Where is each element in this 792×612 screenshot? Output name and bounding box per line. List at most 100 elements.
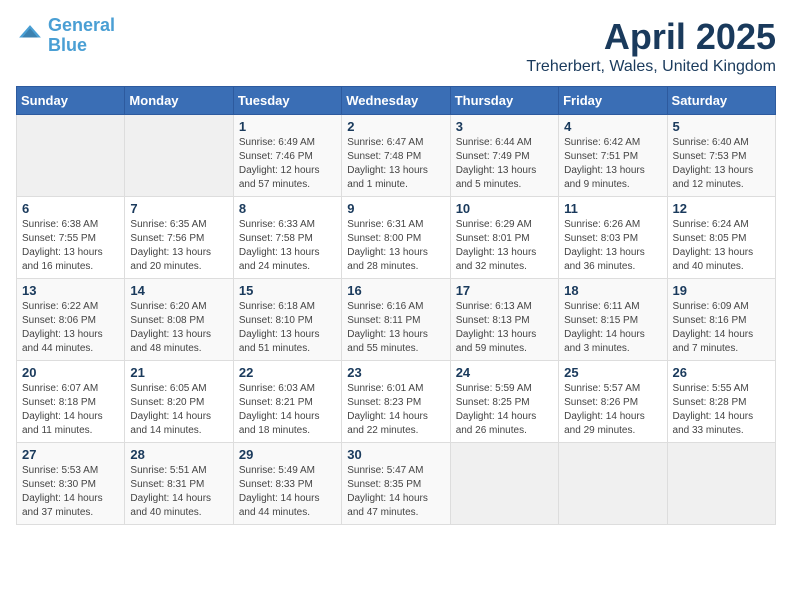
day-number: 5 <box>673 119 770 134</box>
day-number: 3 <box>456 119 553 134</box>
day-number: 29 <box>239 447 336 462</box>
calendar-cell: 29 Sunrise: 5:49 AM Sunset: 8:33 PM Dayli… <box>233 443 341 525</box>
calendar-cell: 1 Sunrise: 6:49 AM Sunset: 7:46 PM Daylig… <box>233 115 341 197</box>
calendar-cell: 16Sunrise: 6:16 AM Sunset: 8:11 PM Dayli… <box>342 279 450 361</box>
calendar-cell: 9Sunrise: 6:31 AM Sunset: 8:00 PM Daylig… <box>342 197 450 279</box>
day-number: 27 <box>22 447 119 462</box>
weekday-header-monday: Monday <box>125 87 233 115</box>
day-info: Sunrise: 5:57 AM Sunset: 8:26 PM Dayligh… <box>564 382 661 438</box>
day-number: 18 <box>564 283 661 298</box>
day-info: Sunrise: 6:29 AM Sunset: 8:01 PM Dayligh… <box>456 218 553 274</box>
day-number: 15 <box>239 283 336 298</box>
day-info: Sunrise: 5:55 AM Sunset: 8:28 PM Dayligh… <box>673 382 770 438</box>
calendar-cell: 17Sunrise: 6:13 AM Sunset: 8:13 PM Dayli… <box>450 279 558 361</box>
weekday-header-friday: Friday <box>559 87 667 115</box>
day-info: Sunrise: 6:38 AM Sunset: 7:55 PM Dayligh… <box>22 218 119 274</box>
day-number: 25 <box>564 365 661 380</box>
weekday-header-row: SundayMondayTuesdayWednesdayThursdayFrid… <box>17 87 776 115</box>
logo-icon <box>16 22 44 50</box>
day-number: 21 <box>130 365 227 380</box>
calendar-cell: 13Sunrise: 6:22 AM Sunset: 8:06 PM Dayli… <box>17 279 125 361</box>
day-info: Sunrise: 5:59 AM Sunset: 8:25 PM Dayligh… <box>456 382 553 438</box>
calendar-cell <box>17 115 125 197</box>
day-number: 2 <box>347 119 444 134</box>
calendar-cell <box>125 115 233 197</box>
day-info: Sunrise: 6:20 AM Sunset: 8:08 PM Dayligh… <box>130 300 227 356</box>
day-info: Sunrise: 6:13 AM Sunset: 8:13 PM Dayligh… <box>456 300 553 356</box>
calendar-cell: 28Sunrise: 5:51 AM Sunset: 8:31 PM Dayli… <box>125 443 233 525</box>
day-number: 7 <box>130 201 227 216</box>
day-info: Sunrise: 6:07 AM Sunset: 8:18 PM Dayligh… <box>22 382 119 438</box>
calendar-cell <box>450 443 558 525</box>
day-number: 16 <box>347 283 444 298</box>
calendar-cell: 18 Sunrise: 6:11 AM Sunset: 8:15 PM Dayli… <box>559 279 667 361</box>
calendar-cell: 23Sunrise: 6:01 AM Sunset: 8:23 PM Dayli… <box>342 361 450 443</box>
day-info: Sunrise: 6:35 AM Sunset: 7:56 PM Dayligh… <box>130 218 227 274</box>
logo: General Blue <box>16 16 115 56</box>
day-info: Sunrise: 5:51 AM Sunset: 8:31 PM Dayligh… <box>130 464 227 520</box>
calendar-cell: 27 Sunrise: 5:53 AM Sunset: 8:30 PM Dayli… <box>17 443 125 525</box>
logo-general: General <box>48 15 115 35</box>
day-number: 9 <box>347 201 444 216</box>
day-info: Sunrise: 6:42 AM Sunset: 7:51 PM Dayligh… <box>564 136 661 192</box>
calendar-cell: 20 Sunrise: 6:07 AM Sunset: 8:18 PM Dayli… <box>17 361 125 443</box>
day-number: 19 <box>673 283 770 298</box>
weekday-header-wednesday: Wednesday <box>342 87 450 115</box>
day-number: 14 <box>130 283 227 298</box>
calendar-cell: 12 Sunrise: 6:24 AM Sunset: 8:05 PM Dayli… <box>667 197 775 279</box>
day-number: 4 <box>564 119 661 134</box>
calendar-cell: 8 Sunrise: 6:33 AM Sunset: 7:58 PM Daylig… <box>233 197 341 279</box>
calendar-cell: 4 Sunrise: 6:42 AM Sunset: 7:51 PM Daylig… <box>559 115 667 197</box>
day-number: 30 <box>347 447 444 462</box>
day-number: 20 <box>22 365 119 380</box>
day-number: 8 <box>239 201 336 216</box>
calendar-cell: 22Sunrise: 6:03 AM Sunset: 8:21 PM Dayli… <box>233 361 341 443</box>
day-info: Sunrise: 6:49 AM Sunset: 7:46 PM Dayligh… <box>239 136 336 192</box>
calendar-cell: 7 Sunrise: 6:35 AM Sunset: 7:56 PM Daylig… <box>125 197 233 279</box>
calendar-cell: 5 Sunrise: 6:40 AM Sunset: 7:53 PM Daylig… <box>667 115 775 197</box>
day-number: 6 <box>22 201 119 216</box>
day-number: 26 <box>673 365 770 380</box>
calendar-cell: 2 Sunrise: 6:47 AM Sunset: 7:48 PM Daylig… <box>342 115 450 197</box>
calendar-cell: 6 Sunrise: 6:38 AM Sunset: 7:55 PM Daylig… <box>17 197 125 279</box>
calendar-cell: 26 Sunrise: 5:55 AM Sunset: 8:28 PM Dayli… <box>667 361 775 443</box>
calendar-cell: 21Sunrise: 6:05 AM Sunset: 8:20 PM Dayli… <box>125 361 233 443</box>
day-info: Sunrise: 6:18 AM Sunset: 8:10 PM Dayligh… <box>239 300 336 356</box>
calendar-subtitle: Treherbert, Wales, United Kingdom <box>526 58 776 76</box>
weekday-header-tuesday: Tuesday <box>233 87 341 115</box>
calendar-week-2: 13Sunrise: 6:22 AM Sunset: 8:06 PM Dayli… <box>17 279 776 361</box>
day-info: Sunrise: 6:03 AM Sunset: 8:21 PM Dayligh… <box>239 382 336 438</box>
calendar-cell <box>559 443 667 525</box>
calendar-cell <box>667 443 775 525</box>
calendar-cell: 15 Sunrise: 6:18 AM Sunset: 8:10 PM Dayli… <box>233 279 341 361</box>
calendar-week-3: 20 Sunrise: 6:07 AM Sunset: 8:18 PM Dayli… <box>17 361 776 443</box>
logo-blue: Blue <box>48 35 87 55</box>
calendar-week-0: 1 Sunrise: 6:49 AM Sunset: 7:46 PM Daylig… <box>17 115 776 197</box>
calendar-cell: 11Sunrise: 6:26 AM Sunset: 8:03 PM Dayli… <box>559 197 667 279</box>
calendar-cell: 24 Sunrise: 5:59 AM Sunset: 8:25 PM Dayli… <box>450 361 558 443</box>
day-number: 12 <box>673 201 770 216</box>
page-header: General Blue April 2025 Treherbert, Wale… <box>16 16 776 76</box>
day-info: Sunrise: 6:47 AM Sunset: 7:48 PM Dayligh… <box>347 136 444 192</box>
day-info: Sunrise: 6:40 AM Sunset: 7:53 PM Dayligh… <box>673 136 770 192</box>
calendar-week-1: 6 Sunrise: 6:38 AM Sunset: 7:55 PM Daylig… <box>17 197 776 279</box>
calendar-body: 1 Sunrise: 6:49 AM Sunset: 7:46 PM Daylig… <box>17 115 776 525</box>
calendar-week-4: 27 Sunrise: 5:53 AM Sunset: 8:30 PM Dayli… <box>17 443 776 525</box>
day-number: 23 <box>347 365 444 380</box>
day-info: Sunrise: 5:53 AM Sunset: 8:30 PM Dayligh… <box>22 464 119 520</box>
day-info: Sunrise: 6:33 AM Sunset: 7:58 PM Dayligh… <box>239 218 336 274</box>
day-info: Sunrise: 6:44 AM Sunset: 7:49 PM Dayligh… <box>456 136 553 192</box>
calendar-table: SundayMondayTuesdayWednesdayThursdayFrid… <box>16 86 776 525</box>
day-info: Sunrise: 5:47 AM Sunset: 8:35 PM Dayligh… <box>347 464 444 520</box>
calendar-cell: 3 Sunrise: 6:44 AM Sunset: 7:49 PM Daylig… <box>450 115 558 197</box>
calendar-cell: 10Sunrise: 6:29 AM Sunset: 8:01 PM Dayli… <box>450 197 558 279</box>
day-info: Sunrise: 5:49 AM Sunset: 8:33 PM Dayligh… <box>239 464 336 520</box>
calendar-header: SundayMondayTuesdayWednesdayThursdayFrid… <box>17 87 776 115</box>
weekday-header-sunday: Sunday <box>17 87 125 115</box>
day-number: 24 <box>456 365 553 380</box>
weekday-header-thursday: Thursday <box>450 87 558 115</box>
day-info: Sunrise: 6:24 AM Sunset: 8:05 PM Dayligh… <box>673 218 770 274</box>
day-number: 1 <box>239 119 336 134</box>
logo-text: General Blue <box>48 16 115 56</box>
day-info: Sunrise: 6:11 AM Sunset: 8:15 PM Dayligh… <box>564 300 661 356</box>
